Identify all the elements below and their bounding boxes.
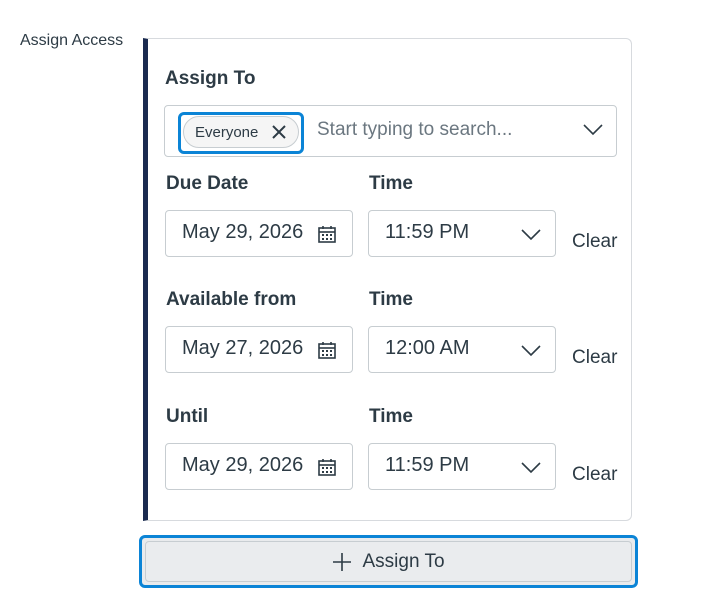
assign-to-label: Assign To	[165, 68, 256, 89]
calendar-icon[interactable]	[317, 340, 337, 360]
available-from-time-select[interactable]: 12:00 AM	[368, 326, 556, 373]
calendar-icon[interactable]	[317, 457, 337, 477]
clear-due-date-button[interactable]: Clear	[572, 231, 617, 253]
clear-available-from-button[interactable]: Clear	[572, 347, 617, 369]
calendar-icon[interactable]	[317, 224, 337, 244]
until-label: Until	[166, 406, 209, 427]
until-time-label: Time	[369, 406, 414, 427]
due-time-select[interactable]: 11:59 PM	[368, 210, 556, 257]
available-time-label: Time	[369, 289, 414, 310]
due-date-value: May 29, 2026	[182, 221, 304, 243]
due-date-label: Due Date	[166, 173, 249, 194]
chevron-down-icon[interactable]	[521, 462, 541, 474]
available-from-date-input[interactable]: May 27, 2026	[165, 326, 353, 373]
available-from-label: Available from	[166, 289, 297, 310]
chevron-down-icon[interactable]	[521, 229, 541, 241]
close-icon[interactable]	[270, 123, 288, 141]
add-assign-to-label: Assign To	[362, 550, 445, 572]
due-time-value: 11:59 PM	[385, 221, 470, 243]
chip-label: Everyone	[195, 123, 259, 141]
plus-icon	[333, 552, 352, 571]
available-from-date-value: May 27, 2026	[182, 337, 304, 359]
button-content: Assign To	[332, 550, 445, 573]
until-time-select[interactable]: 11:59 PM	[368, 443, 556, 490]
chevron-down-icon[interactable]	[583, 124, 603, 136]
until-date-input[interactable]: May 29, 2026	[165, 443, 353, 490]
until-date-value: May 29, 2026	[182, 454, 304, 476]
search-placeholder[interactable]: Start typing to search...	[317, 119, 512, 141]
assignee-chip-everyone[interactable]: Everyone	[183, 116, 299, 148]
due-date-input[interactable]: May 29, 2026	[165, 210, 353, 257]
due-time-label: Time	[369, 173, 414, 194]
chevron-down-icon[interactable]	[521, 345, 541, 357]
assign-access-label: Assign Access	[20, 32, 124, 49]
add-assign-to-button[interactable]: Assign To	[139, 535, 638, 588]
until-time-value: 11:59 PM	[385, 454, 470, 476]
clear-until-button[interactable]: Clear	[572, 464, 617, 486]
available-from-time-value: 12:00 AM	[385, 337, 470, 359]
